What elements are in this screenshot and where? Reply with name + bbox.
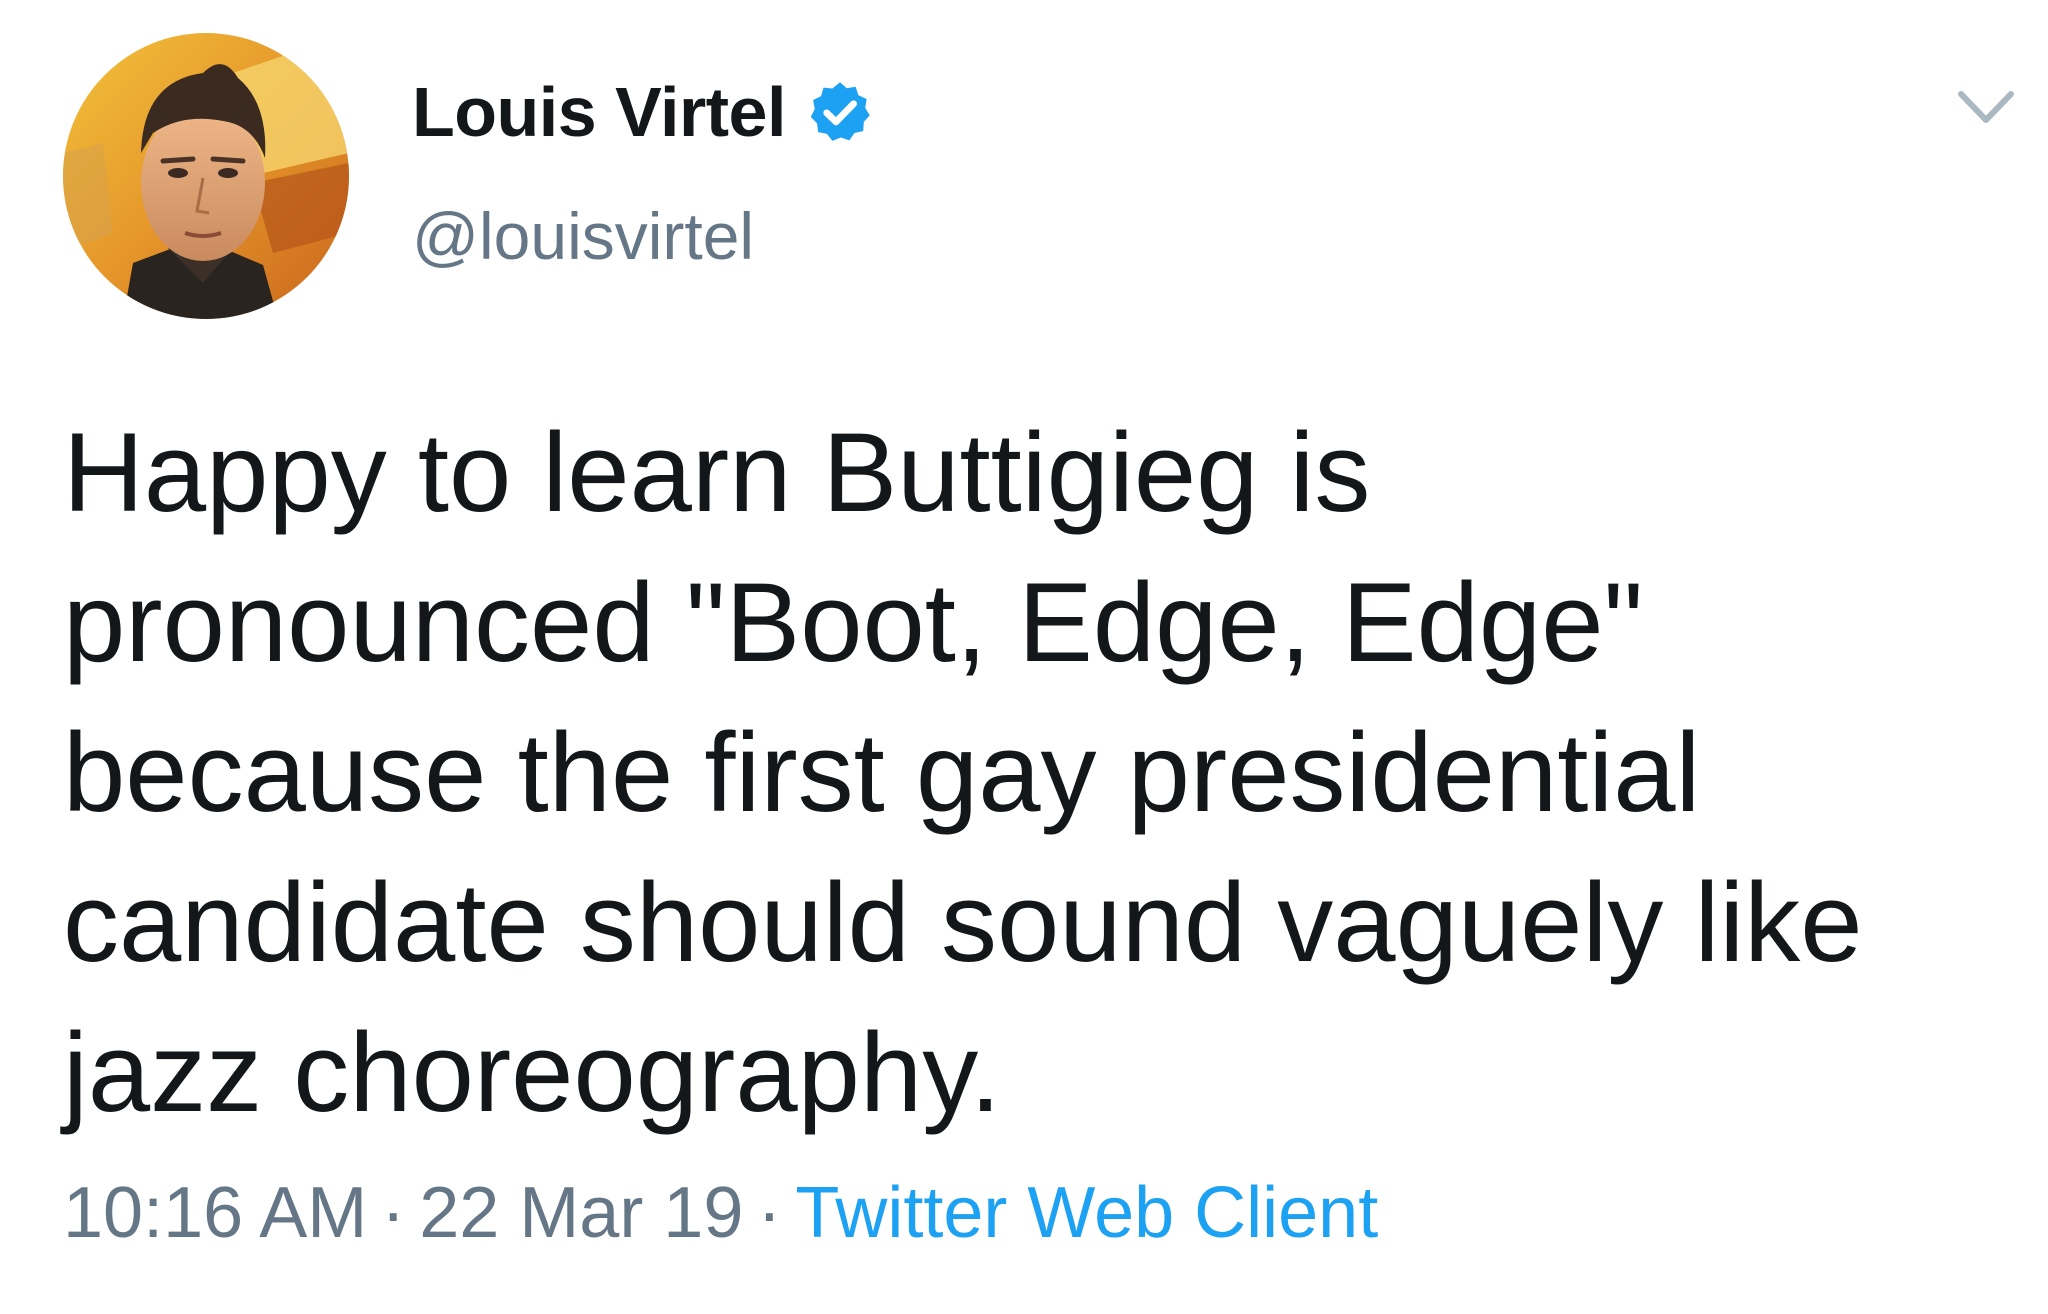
tweet-text-line: Happy to learn Buttigieg is	[63, 410, 1371, 535]
tweet-text: Happy to learn Buttigieg is pronounced "…	[63, 398, 1963, 1148]
meta-separator: ·	[757, 1173, 782, 1253]
tweet-text-line: candidate should sound vaguely like	[63, 860, 1863, 985]
verified-badge-icon	[806, 78, 874, 146]
tweet-text-line: jazz choreography.	[63, 1010, 1001, 1135]
tweet-card: Louis Virtel @louisvirtel Happy to learn…	[0, 0, 2048, 1314]
avatar-image	[63, 33, 349, 319]
user-handle[interactable]: @louisvirtel	[412, 198, 754, 274]
tweet-text-line: because the first gay presidential	[63, 710, 1701, 835]
meta-separator: ·	[381, 1173, 406, 1253]
tweet-time[interactable]: 10:16 AM	[63, 1173, 367, 1253]
avatar[interactable]	[63, 33, 349, 319]
tweet-metadata: 10:16 AM · 22 Mar 19 · Twitter Web Client	[63, 1172, 1378, 1254]
chevron-down-icon[interactable]	[1955, 82, 2017, 132]
tweet-date[interactable]: 22 Mar 19	[419, 1173, 743, 1253]
tweet-text-line: pronounced "Boot, Edge, Edge"	[63, 560, 1644, 685]
display-name[interactable]: Louis Virtel	[412, 72, 786, 152]
tweet-source-link[interactable]: Twitter Web Client	[795, 1173, 1378, 1253]
user-name-row: Louis Virtel	[412, 62, 874, 162]
